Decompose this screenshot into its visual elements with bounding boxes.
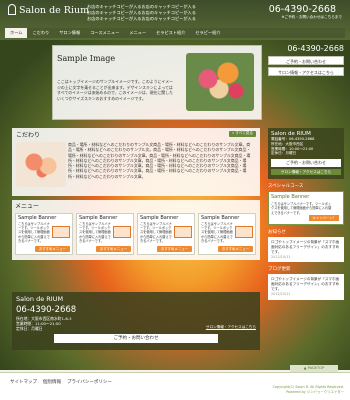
catchcopy-line: お店のキャッチコピーが入るお店のキャッチコピーが入る <box>87 16 196 22</box>
nav-item-salon[interactable]: サロン情報 <box>54 28 85 38</box>
banner-button[interactable]: おすすめメニュー <box>156 246 192 252</box>
footer-address: 所在地：大阪市西区南水町1-6-3 営業時間：11:00～21:00 定休日：月… <box>16 316 72 332</box>
nav-item-home[interactable]: ホーム <box>5 28 28 38</box>
right-sidebar: Salon de RIUM 電話番号：06-4390-2668 所在地：大阪市西… <box>268 128 344 300</box>
special-heading: スペシャルコース <box>268 184 304 190</box>
menu-section: メニュー Sample Banner こちらはサンプルバナーです。ツールボックス… <box>12 200 260 260</box>
footer-links: サイトマップ 個別情報 プライバシーポリシー <box>10 379 112 385</box>
banner-button[interactable]: おすすめメニュー <box>95 246 131 252</box>
nav-item-course[interactable]: コースメニュー <box>85 28 124 38</box>
menu-banner[interactable]: Sample Banner こちらはサンプルバナーです。ツールボックスを使用して… <box>198 213 256 255</box>
footer-reserve-button[interactable]: ご予約・お問い合わせ <box>54 334 218 343</box>
sidebar-access-button[interactable]: サロン情報・アクセスはこちら <box>271 169 341 176</box>
special-banner[interactable]: Sample Banner こちらはサンプルバナーです。ツールボックスを使用して… <box>268 191 344 226</box>
menu-banner[interactable]: Sample Banner こちらはサンプルバナーです。ツールボックスを使用して… <box>15 213 73 255</box>
kodawari-section: こだわり » すべて見る 商品・場所・材料などへのこだわりのサンプル文商品・場所… <box>12 128 260 196</box>
banner-image <box>113 226 131 238</box>
banner-text: こちらはサンプルバナーです。ツールボックスを使用して管理画面から簡単に入れ替えで… <box>18 222 50 243</box>
nav-item-menu[interactable]: メニュー <box>124 28 151 38</box>
pagetop-button[interactable]: ▲ PAGETOP <box>290 365 338 372</box>
blog-heading: ブログ更新 <box>268 267 291 273</box>
banner-image <box>52 226 70 238</box>
news-date: 2012/10/11 <box>271 254 291 259</box>
banner-title: Sample Banner <box>201 215 240 221</box>
header-tel-note: ※ご予約・お問い合わせはこちらまで <box>281 15 342 19</box>
banner-text: こちらはサンプルバナーです。ツールボックスを使用して管理画面から簡単に入れ替えで… <box>79 222 111 243</box>
kodawari-text: 商品・場所・材料などへのこだわりのサンプル文商品・場所・材料などへのこだわりのサ… <box>68 142 251 179</box>
reserve-button[interactable]: ご予約・お問い合わせ <box>268 56 344 65</box>
footer-tel: 06-4390-2668 <box>16 305 77 315</box>
copyright: Copyright(C) Salon R. All Rights Reserve… <box>273 385 344 395</box>
blog-box: ロゴやトップイメージの背景が「スマホ画面対応のあるフリーデザイン」のおすすめです… <box>268 274 344 300</box>
sidebar-reserve-button[interactable]: ご予約・お問い合わせ <box>271 159 341 168</box>
banner-button[interactable]: おすすめメニュー <box>217 246 253 252</box>
banner-title: Sample Banner <box>140 215 179 221</box>
footer-access-link[interactable]: サロン情報・アクセスはこちら <box>206 325 256 330</box>
kodawari-image <box>16 142 66 187</box>
hero-title: Sample Image <box>57 54 116 63</box>
banner-button[interactable]: おすすめメニュー <box>34 246 70 252</box>
nav-item-therapy[interactable]: セラピー紹介 <box>190 28 225 38</box>
footer-link-privacy[interactable]: プライバシーポリシー <box>67 379 112 385</box>
banner-title: Sample Banner <box>18 215 57 221</box>
catchcopy: お店のキャッチコピーが入るお店のキャッチコピーが入る お店のキャッチコピーが入る… <box>87 4 196 23</box>
hero-panel: Sample Image ここはトップイメージのサンプルイメージです。このように… <box>52 45 262 120</box>
special-text: こちらはサンプルバナーです。ツールボックスを使用して管理画面から簡単に入れ替えで… <box>271 202 332 215</box>
blog-item[interactable]: ロゴやトップイメージの背景が「スマホ画面対応のあるフリーデザイン」のおすすめです… <box>271 277 341 291</box>
hero-text: ここはトップイメージのサンプルイメージです。このようにイメージの上に文字を乗せる… <box>57 79 174 101</box>
global-nav: ホーム こだわり サロン情報 コースメニュー メニュー セラピスト紹介 セラピー… <box>5 28 345 38</box>
special-title: Sample Banner <box>271 194 310 201</box>
footer-salon-name: Salon de RIUM <box>16 295 64 303</box>
salon-info-line: 定休日：月曜日 <box>271 151 297 156</box>
campaign-button[interactable]: キャンペーン！ <box>309 215 339 222</box>
side-tel: 06-4390-2668 <box>287 44 344 53</box>
side-contact: 06-4390-2668 ご予約・お問い合わせ サロン情報・アクセスはこちら <box>268 44 344 76</box>
salon-info-box: Salon de RIUM 電話番号：06-4390-2668 所在地：大阪市西… <box>268 128 344 180</box>
hero-flower-image <box>186 53 254 111</box>
menu-heading: メニュー <box>15 203 40 210</box>
banner-title: Sample Banner <box>79 215 118 221</box>
news-heading: お知らせ <box>268 230 286 236</box>
footer-link-sitemap[interactable]: サイトマップ <box>10 379 37 385</box>
banner-text: こちらはサンプルバナーです。ツールボックスを使用して管理画面から簡単に入れ替えで… <box>140 222 172 243</box>
footer-link-info[interactable]: 個別情報 <box>43 379 61 385</box>
kodawari-heading: こだわり <box>16 132 41 139</box>
bottom-bar: サイトマップ 個別情報 プライバシーポリシー Copyright(C) Salo… <box>0 372 350 400</box>
banner-image <box>174 226 192 238</box>
kodawari-more-link[interactable]: » すべて見る <box>229 131 256 137</box>
logo-text: Salon de Rium <box>19 5 90 16</box>
access-button[interactable]: サロン情報・アクセスはこちら <box>268 67 344 76</box>
powered-link[interactable]: Powered by ジンドゥークリエイター <box>273 390 344 395</box>
menu-banner[interactable]: Sample Banner こちらはサンプルバナーです。ツールボックスを使用して… <box>137 213 195 255</box>
header-tel: 06-4390-2668 <box>268 4 336 15</box>
footer-line: 定休日：月曜日 <box>16 326 43 332</box>
blog-date: 2012/10/11 <box>271 291 291 296</box>
banner-image <box>235 226 253 238</box>
footer-info: Salon de RIUM 06-4390-2668 所在地：大阪市西区南水町1… <box>12 292 260 350</box>
news-box: ロゴやトップイメージの背景が「スマホ画面対応のあるフリーデザイン」のおすすめです… <box>268 237 344 263</box>
menu-banner[interactable]: Sample Banner こちらはサンプルバナーです。ツールボックスを使用して… <box>76 213 134 255</box>
news-item[interactable]: ロゴやトップイメージの背景が「スマホ画面対応のあるフリーデザイン」のおすすめです… <box>271 240 341 254</box>
nav-item-therapist[interactable]: セラピスト紹介 <box>151 28 190 38</box>
logo-icon <box>8 4 16 15</box>
nav-item-kodawari[interactable]: こだわり <box>27 28 54 38</box>
banner-text: こちらはサンプルバナーです。ツールボックスを使用して管理画面から簡単に入れ替えで… <box>201 222 233 243</box>
